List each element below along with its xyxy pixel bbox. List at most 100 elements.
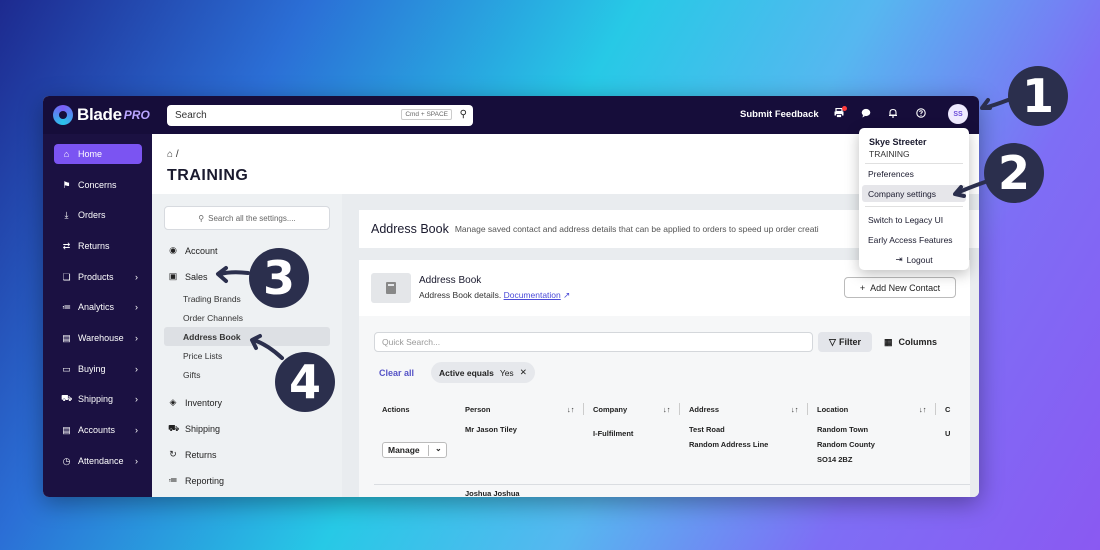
bell-icon[interactable]	[887, 108, 899, 121]
column-header-address[interactable]: Address	[689, 405, 719, 414]
sidebar-item-products[interactable]: ❏ Products ›	[54, 267, 142, 287]
column-header-location[interactable]: Location	[817, 405, 848, 414]
sidebar-item-accounts[interactable]: ▤ Accounts ›	[54, 420, 142, 440]
global-search-input[interactable]: Search Cmd + SPACE ⚲	[167, 105, 473, 126]
settings-item-label: Inventory	[185, 397, 223, 408]
search-icon[interactable]: ⚲	[460, 109, 467, 120]
chart-icon: ≔	[168, 475, 178, 485]
manage-label: Manage	[388, 445, 420, 455]
card-icon: ▭	[62, 363, 71, 374]
settings-sub-trading-brands[interactable]: Trading Brands	[183, 294, 241, 304]
sidebar-item-label: Shipping	[78, 394, 114, 404]
menu-item-early-access[interactable]: Early Access Features	[862, 231, 966, 248]
menu-item-preferences[interactable]: Preferences	[862, 165, 966, 182]
settings-item-returns[interactable]: ↻ Returns	[168, 449, 216, 460]
sidebar-item-buying[interactable]: ▭ Buying ›	[54, 359, 142, 379]
home-icon[interactable]: ⌂	[167, 149, 173, 160]
globe-icon: ◉	[169, 245, 177, 255]
active-filter-chip: Active equals Yes ✕	[431, 362, 535, 383]
menu-item-logout[interactable]: ⇥ Logout	[862, 251, 966, 268]
callout-1: 1	[1008, 66, 1068, 126]
sort-icon[interactable]: ↓↑	[919, 405, 927, 414]
app-window: Blade PRO Search Cmd + SPACE ⚲ Submit Fe…	[43, 96, 979, 497]
callout-4: 4	[275, 352, 335, 412]
help-icon[interactable]	[915, 108, 927, 121]
truck-icon: ⛟	[168, 423, 180, 433]
menu-divider	[865, 206, 963, 207]
callout-2: 2	[984, 143, 1044, 203]
settings-item-label: Account	[185, 245, 218, 256]
menu-item-company-settings[interactable]: Company settings	[862, 185, 966, 202]
columns-button[interactable]: ▦ Columns	[884, 332, 937, 352]
sidebar-item-label: Warehouse	[78, 333, 124, 343]
chevron-right-icon: ›	[135, 394, 138, 404]
column-header-person[interactable]: Person	[465, 405, 490, 414]
cell-location-postcode: SO14 2BZ	[817, 455, 853, 464]
settings-sub-gifts[interactable]: Gifts	[183, 370, 200, 380]
page-header: ⌂ / TRAINING	[152, 134, 979, 194]
column-divider	[935, 403, 936, 415]
download-icon: ⤓	[64, 209, 69, 220]
sidebar-item-attendance[interactable]: ◷ Attendance ›	[54, 451, 142, 471]
chevron-down-icon[interactable]: ⌄	[435, 444, 442, 453]
menu-divider	[865, 163, 963, 164]
settings-item-sales[interactable]: ▣ Sales	[168, 271, 208, 282]
sidebar-item-concerns[interactable]: ⚑ Concerns	[54, 175, 142, 195]
search-icon: ⚲	[198, 213, 205, 223]
filter-label: Filter	[838, 337, 861, 347]
cell-company: I-Fulfilment	[593, 429, 634, 438]
book-icon	[371, 273, 411, 303]
settings-nav: ⚲ Search all the settings.... ◉ Account …	[152, 194, 342, 497]
settings-item-label: Sales	[185, 271, 208, 282]
column-header-actions: Actions	[382, 405, 410, 414]
address-book-card: Address Book Address Book details. Docum…	[359, 260, 970, 497]
home-icon: ⌂	[63, 149, 70, 159]
sort-icon[interactable]: ↓↑	[663, 405, 671, 414]
chat-icon[interactable]	[860, 108, 872, 121]
cell-extra: U	[945, 429, 951, 438]
logo-mark-icon	[53, 105, 73, 125]
user-org: TRAINING	[869, 149, 910, 159]
sidebar-item-analytics[interactable]: ≔ Analytics ›	[54, 297, 142, 317]
settings-item-reporting[interactable]: ≔ Reporting	[168, 475, 225, 486]
clear-all-link[interactable]: Clear all	[379, 368, 414, 378]
card-body: Quick Search... ▽ Filter ▦ Columns Clear…	[359, 316, 970, 497]
column-header-c[interactable]: C	[945, 405, 950, 414]
breadcrumb-separator: /	[175, 149, 179, 160]
column-header-company[interactable]: Company	[593, 405, 627, 414]
user-avatar[interactable]: SS	[948, 104, 968, 124]
filter-button[interactable]: ▽ Filter	[818, 332, 872, 352]
chevron-right-icon: ›	[135, 333, 138, 343]
settings-item-account[interactable]: ◉ Account	[168, 245, 218, 256]
wallet-icon: ▤	[62, 424, 71, 435]
add-new-contact-button[interactable]: + Add New Contact	[844, 277, 956, 298]
callout-3: 3	[249, 248, 309, 308]
settings-sub-order-channels[interactable]: Order Channels	[183, 313, 243, 323]
swap-icon: ⇄	[62, 240, 71, 251]
sidebar-item-home[interactable]: ⌂ Home	[54, 144, 142, 164]
manage-button[interactable]: Manage ⌄	[382, 442, 447, 458]
sidebar-item-warehouse[interactable]: ▤ Warehouse ›	[54, 328, 142, 348]
settings-sub-address-book[interactable]: Address Book	[164, 327, 330, 346]
quick-search-input[interactable]: Quick Search...	[374, 332, 813, 352]
sidebar-item-orders[interactable]: ⤓ Orders	[54, 205, 142, 225]
card-subtitle: Address Book details. Documentation ↗	[419, 290, 570, 301]
logo[interactable]: Blade PRO	[53, 105, 150, 125]
card-subtitle-text: Address Book details.	[419, 290, 502, 300]
external-link-icon[interactable]: ↗	[563, 290, 570, 300]
sidebar-item-label: Accounts	[78, 425, 116, 435]
sort-icon[interactable]: ↓↑	[567, 405, 575, 414]
sidebar-item-returns[interactable]: ⇄ Returns	[54, 236, 142, 256]
menu-item-switch-legacy[interactable]: Switch to Legacy UI	[862, 211, 966, 228]
sort-icon[interactable]: ↓↑	[791, 405, 799, 414]
settings-item-inventory[interactable]: ◈ Inventory	[168, 397, 223, 408]
documentation-link[interactable]: Documentation	[504, 290, 561, 300]
close-icon[interactable]: ✕	[520, 367, 527, 378]
arrow-1	[982, 98, 1010, 110]
settings-search-input[interactable]: ⚲ Search all the settings....	[164, 206, 330, 230]
submit-feedback-button[interactable]: Submit Feedback	[740, 109, 819, 120]
settings-item-shipping[interactable]: ⛟ Shipping	[168, 423, 220, 435]
sidebar-item-shipping[interactable]: ⛟ Shipping ›	[54, 389, 142, 409]
row-divider	[374, 484, 970, 485]
settings-sub-price-lists[interactable]: Price Lists	[183, 351, 222, 361]
